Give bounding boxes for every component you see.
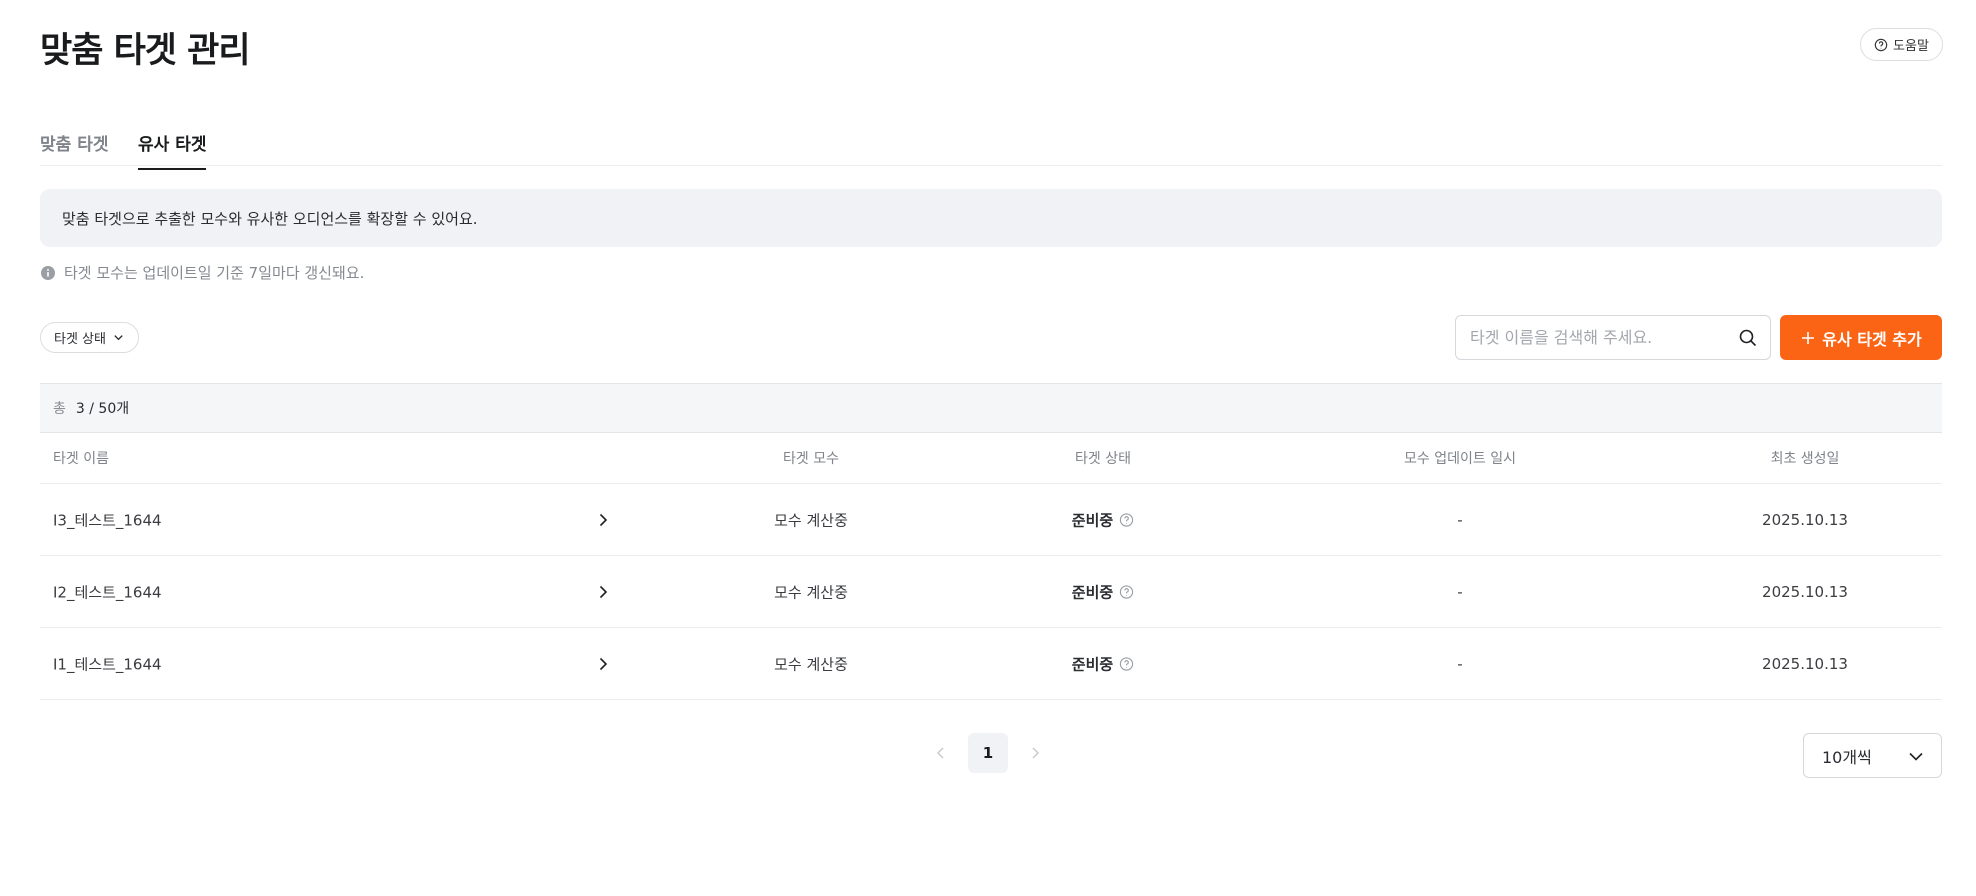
add-similar-target-button[interactable]: 유사 타겟 추가 (1780, 315, 1942, 360)
column-header-size: 타겟 모수 (783, 451, 839, 467)
help-button-label: 도움말 (1893, 39, 1929, 54)
target-table: 총 3 / 50개 타겟 이름 타겟 모수 타겟 상태 모수 업데이트 일시 최… (40, 383, 1942, 700)
target-size: 모수 계산중 (774, 583, 848, 601)
prev-page-button[interactable] (930, 742, 952, 764)
table-header: 타겟 이름 타겟 모수 타겟 상태 모수 업데이트 일시 최초 생성일 (40, 433, 1942, 484)
per-page-value: 10개씩 (1822, 747, 1872, 767)
column-header-name: 타겟 이름 (53, 451, 109, 467)
table-row[interactable]: I3_테스트_1644 모수 계산중 준비중 - 2025.10.13 (40, 484, 1942, 556)
target-updated: - (1457, 510, 1463, 529)
target-name: I2_테스트_1644 (53, 583, 162, 601)
status-text: 준비중 (1071, 511, 1114, 529)
chevron-right-icon[interactable] (595, 584, 611, 600)
target-status: 준비중 (1033, 509, 1173, 530)
total-label: 총 (53, 401, 66, 417)
search-box (1455, 315, 1771, 360)
tab-similar-target[interactable]: 유사 타겟 (138, 130, 207, 170)
total-count: 3 / 50개 (75, 401, 130, 417)
table-row[interactable]: I2_테스트_1644 모수 계산중 준비중 - 2025.10.13 (40, 556, 1942, 628)
table-row[interactable]: I1_테스트_1644 모수 계산중 준비중 - 2025.10.13 (40, 628, 1942, 700)
pagination: 1 (930, 733, 1046, 773)
chevron-down-icon (112, 331, 125, 344)
search-icon[interactable] (1738, 328, 1758, 348)
target-created: 2025.10.13 (1762, 582, 1848, 601)
column-header-updated: 모수 업데이트 일시 (1404, 451, 1516, 467)
chevron-right-icon[interactable] (595, 512, 611, 528)
status-text: 준비중 (1071, 583, 1114, 601)
chevron-down-icon (1907, 747, 1925, 765)
target-size: 모수 계산중 (774, 511, 848, 529)
question-circle-icon (1874, 38, 1888, 52)
question-circle-icon[interactable] (1119, 584, 1134, 599)
column-header-created: 최초 생성일 (1770, 451, 1840, 467)
target-updated: - (1457, 654, 1463, 673)
target-name: I3_테스트_1644 (53, 511, 162, 529)
target-status: 준비중 (1033, 653, 1173, 674)
filter-label: 타겟 상태 (54, 332, 106, 347)
target-status: 준비중 (1033, 581, 1173, 602)
per-page-select[interactable]: 10개씩 (1803, 733, 1942, 778)
info-icon (40, 265, 56, 281)
question-circle-icon[interactable] (1119, 656, 1134, 671)
question-circle-icon[interactable] (1119, 512, 1134, 527)
target-status-filter[interactable]: 타겟 상태 (40, 322, 139, 353)
page-title: 맞춤 타겟 관리 (40, 31, 251, 71)
target-updated: - (1457, 582, 1463, 601)
target-created: 2025.10.13 (1762, 654, 1848, 673)
tab-custom-target[interactable]: 맞춤 타겟 (40, 130, 108, 168)
status-text: 준비중 (1071, 655, 1114, 673)
tab-bar: 맞춤 타겟 유사 타겟 (40, 118, 1942, 170)
page-number-current[interactable]: 1 (968, 733, 1008, 773)
target-name: I1_테스트_1644 (53, 655, 162, 673)
help-button[interactable]: 도움말 (1860, 28, 1943, 61)
total-count-bar: 총 3 / 50개 (40, 383, 1942, 433)
plus-icon (1800, 330, 1816, 346)
column-header-status: 타겟 상태 (1075, 451, 1131, 467)
notice-banner: 맞춤 타겟으로 추출한 모수와 유사한 오디언스를 확장할 수 있어요. (40, 189, 1942, 247)
info-note-text: 타겟 모수는 업데이트일 기준 7일마다 갱신돼요. (64, 264, 365, 282)
info-note: 타겟 모수는 업데이트일 기준 7일마다 갱신돼요. (40, 262, 364, 283)
target-size: 모수 계산중 (774, 655, 848, 673)
target-created: 2025.10.13 (1762, 510, 1848, 529)
chevron-right-icon[interactable] (595, 656, 611, 672)
add-button-label: 유사 타겟 추가 (1822, 329, 1922, 349)
next-page-button[interactable] (1024, 742, 1046, 764)
search-input[interactable] (1470, 328, 1738, 347)
